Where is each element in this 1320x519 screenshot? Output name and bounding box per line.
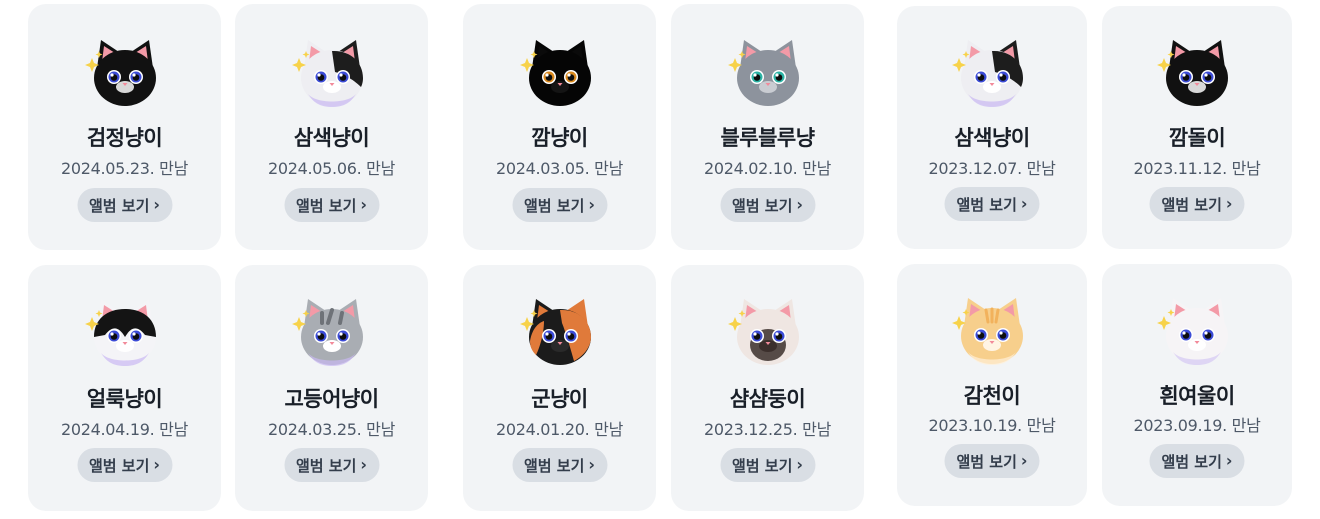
cat-name: 샴샴둥이 [729,387,806,411]
cat-name: 감천이 [963,384,1021,408]
cat-avatar [952,292,1032,372]
cat-name: 삼색냥이 [954,126,1030,150]
met-date: 2024.03.25. 만남 [267,420,396,439]
view-album-label: 앨범 보기 [88,196,150,215]
view-album-label: 앨범 보기 [523,456,585,475]
met-date: 2024.02.10. 만남 [703,159,832,178]
view-album-button[interactable]: 앨범 보기 › [944,187,1040,221]
tuxedo-cat-icon [84,299,156,366]
cat-card[interactable]: 군냥이 2024.01.20. 만남 앨범 보기 › [463,265,656,511]
chevron-right-icon: › [360,455,368,474]
cat-avatar [291,34,372,114]
view-album-label: 앨범 보기 [295,196,357,215]
chevron-right-icon: › [153,195,161,214]
view-album-label: 앨범 보기 [523,196,585,215]
view-album-button[interactable]: 앨범 보기 › [76,188,173,222]
black-cat-icon [1157,40,1228,106]
white-cat-icon [1157,298,1228,365]
cat-card[interactable]: 검정냥이 2024.05.23. 만남 앨범 보기 › [28,4,221,250]
cat-card[interactable]: 깜냥이 2024.03.05. 만남 앨범 보기 › [463,4,656,250]
view-album-button[interactable]: 앨범 보기 › [719,448,816,482]
cat-avatar [291,293,372,373]
view-album-button[interactable]: 앨범 보기 › [1149,187,1245,221]
chevron-right-icon: › [588,455,596,474]
cat-name: 검정냥이 [86,126,163,150]
chevron-right-icon: › [1225,194,1233,213]
cat-avatar [519,34,600,114]
cat-avatar [727,293,808,373]
cat-name: 삼색냥이 [293,126,370,150]
cat-name: 흰여울이 [1159,384,1235,408]
view-album-button[interactable]: 앨범 보기 › [511,448,608,482]
cat-avatar [952,34,1032,114]
orange-cat-icon [952,298,1023,365]
cat-card[interactable]: 블루블루냥 2024.02.10. 만남 앨범 보기 › [671,4,864,250]
view-album-button[interactable]: 앨범 보기 › [719,188,816,222]
view-album-label: 앨범 보기 [1161,452,1222,471]
met-date: 2024.03.05. 만남 [495,159,624,178]
met-date: 2024.01.20. 만남 [495,420,624,439]
chevron-right-icon: › [588,195,596,214]
cat-name: 깜냥이 [531,126,588,150]
view-album-label: 앨범 보기 [956,195,1017,214]
cat-avatar [1157,292,1237,372]
cat-name: 블루블루냥 [720,126,815,150]
cat-card[interactable]: 깜돌이 2023.11.12. 만남 앨범 보기 › [1102,6,1292,249]
view-album-label: 앨범 보기 [731,196,793,215]
cat-name: 고등어냥이 [284,387,379,411]
view-album-label: 앨범 보기 [1161,195,1222,214]
chevron-right-icon: › [1225,451,1233,470]
chevron-right-icon: › [153,455,161,474]
cat-card[interactable]: 고등어냥이 2024.03.25. 만남 앨범 보기 › [235,265,428,511]
met-date: 2024.05.06. 만남 [267,159,396,178]
cat-avatar [727,34,808,114]
met-date: 2023.12.07. 만남 [928,159,1056,178]
tabby-cat-icon [291,299,363,366]
view-album-label: 앨범 보기 [731,456,793,475]
cat-avatar [84,34,165,114]
met-date: 2024.05.23. 만남 [60,159,189,178]
chevron-right-icon: › [1020,194,1028,213]
view-album-button[interactable]: 앨범 보기 › [283,448,380,482]
cat-avatar [1157,34,1237,114]
cat-card[interactable]: 샴샴둥이 2023.12.25. 만남 앨범 보기 › [671,265,864,511]
cat-card[interactable]: 삼색냥이 2023.12.07. 만남 앨범 보기 › [897,6,1087,249]
cat-name: 깜돌이 [1168,126,1226,150]
view-album-button[interactable]: 앨범 보기 › [511,188,608,222]
cat-card[interactable]: 흰여울이 2023.09.19. 만남 앨범 보기 › [1102,264,1292,506]
view-album-button[interactable]: 앨범 보기 › [944,444,1040,478]
cat-name: 얼룩냥이 [86,387,163,411]
view-album-button[interactable]: 앨범 보기 › [1149,444,1245,478]
chevron-right-icon: › [360,195,368,214]
siamese-cat-icon [727,299,799,365]
black-cat-icon [84,40,156,106]
view-album-button[interactable]: 앨범 보기 › [76,448,173,482]
met-date: 2023.12.25. 만남 [703,420,832,439]
met-date: 2023.09.19. 만남 [1133,416,1261,435]
tortoiseshell-cat-icon [519,299,591,365]
calico-cat-icon [291,40,363,107]
black-cat-icon [519,40,591,106]
met-date: 2023.10.19. 만남 [928,416,1056,435]
calico-cat-icon [952,40,1023,107]
gray-cat-icon [727,40,799,106]
cat-card[interactable]: 얼룩냥이 2024.04.19. 만남 앨범 보기 › [28,265,221,511]
chevron-right-icon: › [1020,451,1028,470]
cat-name: 군냥이 [531,387,588,411]
cat-card[interactable]: 삼색냥이 2024.05.06. 만남 앨범 보기 › [235,4,428,250]
view-album-button[interactable]: 앨범 보기 › [283,188,380,222]
view-album-label: 앨범 보기 [88,456,150,475]
view-album-label: 앨범 보기 [295,456,357,475]
cat-card[interactable]: 감천이 2023.10.19. 만남 앨범 보기 › [897,264,1087,506]
cat-avatar [519,293,600,373]
cat-avatar [84,293,165,373]
met-date: 2024.04.19. 만남 [60,420,189,439]
view-album-label: 앨범 보기 [956,452,1017,471]
chevron-right-icon: › [796,455,804,474]
cat-card-grid: 검정냥이 2024.05.23. 만남 앨범 보기 › 삼색냥이 2024.05… [0,0,1320,519]
chevron-right-icon: › [796,195,804,214]
met-date: 2023.11.12. 만남 [1133,159,1261,178]
